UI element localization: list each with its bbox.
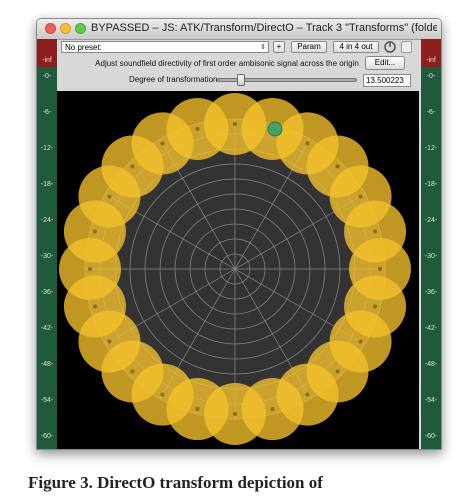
meter-scale-label: -6- <box>42 109 52 116</box>
source-dot <box>92 304 97 309</box>
source-dot <box>335 164 340 169</box>
meter-scale-label: -42- <box>40 325 54 332</box>
close-icon[interactable] <box>45 23 56 34</box>
effect-description: Adjust soundfield directivity of first o… <box>95 59 359 68</box>
source-dot <box>305 392 310 397</box>
source-dot <box>378 267 382 271</box>
right-level-meter: -inf -0- -6- -12- -18- -24- -30- -36- -42- -48- -5… <box>421 39 441 449</box>
preset-select[interactable]: No preset: ⇕ <box>61 41 269 53</box>
meter-scale-label: -30- <box>424 253 438 260</box>
up-down-arrows-icon: ⇕ <box>260 44 266 51</box>
meter-scale-label: -36- <box>40 289 54 296</box>
meter-scale-label: -48- <box>40 361 54 368</box>
power-icon[interactable] <box>383 40 397 54</box>
meter-scale-label: -24- <box>424 217 438 224</box>
preset-select-label: No preset: <box>65 43 102 52</box>
source-dot <box>195 126 200 131</box>
soundfield-plot[interactable] <box>57 91 419 449</box>
source-dot <box>160 392 165 397</box>
figure-caption: Figure 3. DirectO transform depiction of <box>28 473 323 492</box>
meter-scale-label: -36- <box>424 289 438 296</box>
source-dot <box>270 407 275 412</box>
degree-label: Degree of transformation <box>129 75 218 84</box>
bypass-checkbox[interactable] <box>401 41 412 53</box>
source-dot <box>335 369 340 374</box>
minimize-icon[interactable] <box>60 23 71 34</box>
source-dot <box>358 194 363 199</box>
transform-display[interactable] <box>57 91 419 449</box>
meter-scale-label: -0- <box>426 73 436 80</box>
meter-scale-label: -inf <box>426 57 436 64</box>
source-dot <box>233 122 237 126</box>
source-dot <box>107 339 112 344</box>
meter-scale-label: -48- <box>424 361 438 368</box>
meter-scale-label: -60- <box>424 433 438 440</box>
source-dot <box>358 339 363 344</box>
source-dot <box>92 229 97 234</box>
meter-scale-label: -18- <box>424 181 438 188</box>
maximize-icon[interactable] <box>75 23 86 34</box>
source-dot <box>160 141 165 146</box>
toolbar: No preset: ⇕ + Param 4 in 4 out <box>57 39 419 55</box>
meter-scale-label: -12- <box>40 145 54 152</box>
source-dot <box>233 412 237 416</box>
source-dot <box>107 194 112 199</box>
meter-scale-label: -54- <box>424 397 438 404</box>
meter-scale-label: -24- <box>40 217 54 224</box>
meter-scale-label: -18- <box>40 181 54 188</box>
meter-scale-label: -60- <box>40 433 54 440</box>
source-dot <box>130 164 135 169</box>
selected-source-marker <box>267 121 283 137</box>
source-dot <box>130 369 135 374</box>
param-button[interactable]: Param <box>291 41 327 53</box>
plugin-window: BYPASSED – JS: ATK/Transform/DirectO – T… <box>36 18 442 450</box>
meter-scale-label: -54- <box>40 397 54 404</box>
degree-value-field[interactable]: 13.500223 <box>363 74 411 87</box>
meter-scale-label: -12- <box>424 145 438 152</box>
source-dot <box>195 407 200 412</box>
meter-scale-label: -inf <box>42 57 52 64</box>
meter-scale-label: -30- <box>40 253 54 260</box>
degree-slider-thumb[interactable] <box>236 74 245 86</box>
meter-scale-label: -6- <box>426 109 436 116</box>
source-dot <box>88 267 92 271</box>
title-bar[interactable]: BYPASSED – JS: ATK/Transform/DirectO – T… <box>37 19 441 40</box>
meter-scale-label: -0- <box>42 73 52 80</box>
add-preset-button[interactable]: + <box>273 41 285 53</box>
source-dot <box>373 304 378 309</box>
edit-button[interactable]: Edit... <box>365 56 405 70</box>
window-title: BYPASSED – JS: ATK/Transform/DirectO – T… <box>91 22 437 34</box>
io-button[interactable]: 4 in 4 out <box>333 41 379 53</box>
source-dot <box>373 229 378 234</box>
left-level-meter: -inf -0- -6- -12- -18- -24- -30- -36- -42- -48- -5… <box>37 39 57 449</box>
source-dot <box>305 141 310 146</box>
meter-scale-label: -42- <box>424 325 438 332</box>
